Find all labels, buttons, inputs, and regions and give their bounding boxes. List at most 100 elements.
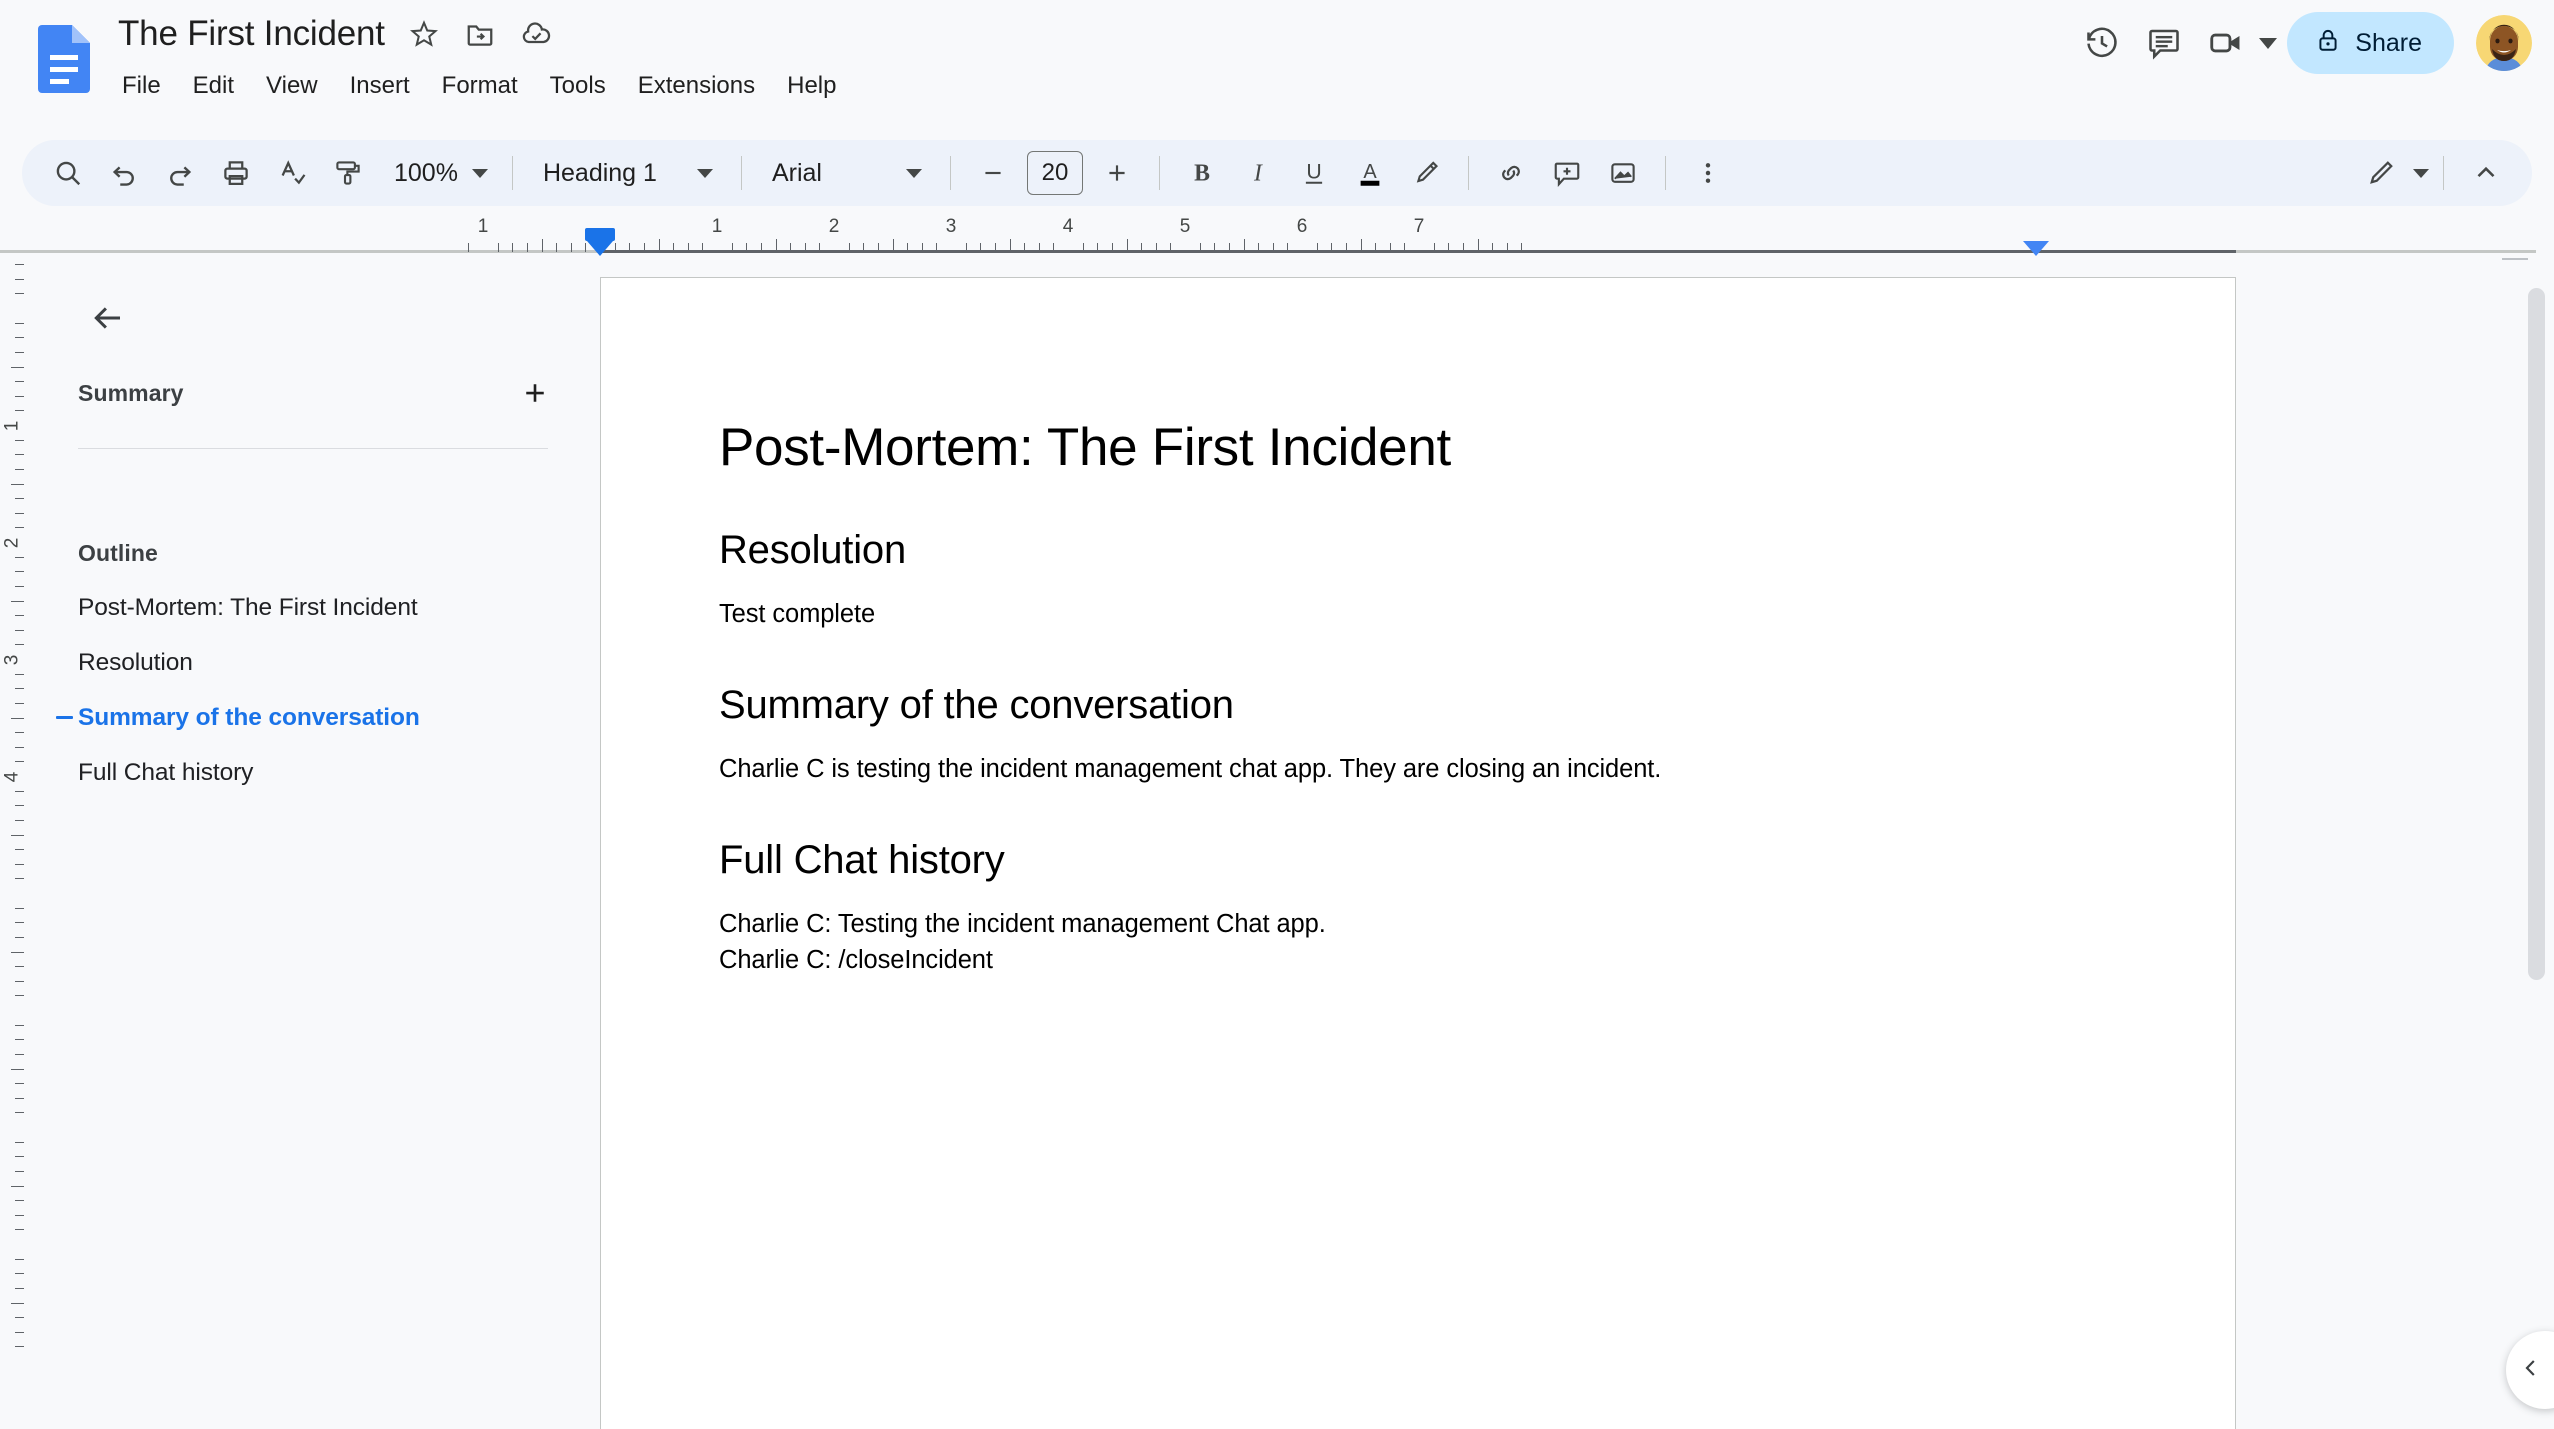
ruler-tick [15,585,24,587]
document-scroll-area[interactable]: Post-Mortem: The First Incident Resoluti… [600,258,2554,1429]
ruler-tick [15,1024,24,1026]
ruler-tick [848,243,850,252]
document-chat-line-1[interactable]: Charlie C: Testing the incident manageme… [719,907,2123,942]
insert-image-icon[interactable] [1595,145,1651,201]
zoom-level-selector[interactable]: 100% [376,147,498,199]
vertical-scrollbar[interactable] [2528,288,2545,980]
ruler-tick [1199,243,1201,252]
edit-pencil-icon[interactable] [2353,145,2409,201]
add-comment-icon[interactable] [1539,145,1595,201]
document-heading-chat-history[interactable]: Full Chat history [719,837,2123,883]
left-indent-marker[interactable] [585,228,615,241]
document-chat-line-2[interactable]: Charlie C: /closeIncident [719,943,2123,978]
ruler-tick [15,1317,24,1319]
ruler-tick [15,1156,24,1158]
first-line-indent-marker[interactable] [587,241,613,256]
ruler-tick [15,922,24,924]
menu-file[interactable]: File [118,70,177,102]
outline-item-full-chat-history[interactable]: Full Chat history [26,753,600,792]
chevron-down-icon [905,168,922,178]
font-family-selector[interactable]: Arial [756,147,936,199]
ruler-tick [15,790,24,792]
font-size-input[interactable]: 20 [1026,151,1083,195]
meet-video-icon[interactable] [2195,12,2257,74]
divider [78,448,548,449]
ruler-tick [15,1287,24,1289]
italic-icon[interactable]: I [1230,145,1286,201]
text-color-icon[interactable]: A [1342,145,1398,201]
meet-button-group[interactable] [2195,12,2278,74]
paint-format-icon[interactable] [320,145,376,201]
document-heading-summary[interactable]: Summary of the conversation [719,682,2123,728]
underline-icon[interactable]: U [1286,145,1342,201]
outline-item-label: Resolution [78,648,193,676]
ruler-tick [526,243,528,252]
menu-help[interactable]: Help [771,70,852,102]
add-summary-icon[interactable] [512,370,558,416]
menu-edit[interactable]: Edit [177,70,250,102]
bold-icon[interactable]: B [1174,145,1230,201]
page-title[interactable]: The First Incident [118,14,385,54]
ruler-number: 5 [1179,216,1191,237]
highlight-color-icon[interactable] [1398,145,1454,201]
increase-font-size-button[interactable] [1089,145,1145,201]
document-paragraph-summary[interactable]: Charlie C is testing the incident manage… [719,752,2123,787]
divider [2443,156,2444,190]
decrease-font-size-button[interactable] [965,145,1021,201]
ruler-tick [687,243,689,252]
editing-mode-group[interactable] [2353,145,2429,201]
spellcheck-icon[interactable] [264,145,320,201]
more-options-icon[interactable] [1680,145,1736,201]
move-to-folder-icon[interactable] [463,17,497,51]
document-heading-resolution[interactable]: Resolution [719,527,2123,573]
document-heading-1[interactable]: Post-Mortem: The First Incident [719,418,2123,479]
ruler-tick [1404,243,1406,252]
comment-history-icon[interactable] [2133,12,2195,74]
outline-item-post-mortem[interactable]: Post-Mortem: The First Incident [26,588,600,627]
avatar[interactable] [2476,15,2532,71]
formatting-toolbar: 100% Heading 1 Arial 20 B I U A [22,140,2532,206]
cloud-check-icon[interactable] [519,17,553,51]
menu-insert[interactable]: Insert [334,70,426,102]
horizontal-ruler[interactable]: 1 1 2 3 4 5 6 7 [0,212,2554,258]
divider [740,156,742,190]
collapse-toolbar-button[interactable] [2458,145,2514,201]
redo-icon[interactable] [152,145,208,201]
ruler-tick [1272,243,1274,252]
menu-extensions[interactable]: Extensions [622,70,771,102]
chevron-down-icon[interactable] [2413,168,2429,178]
expand-panel-button[interactable] [2506,1331,2554,1409]
ruler-tick [863,243,865,252]
ruler-tick [15,556,24,558]
ruler-tick [15,688,24,690]
menu-format[interactable]: Format [426,70,534,102]
print-icon[interactable] [208,145,264,201]
share-button[interactable]: Share [2287,12,2454,74]
ruler-tick [11,1068,24,1070]
star-icon[interactable] [407,17,441,51]
document-paragraph-resolution[interactable]: Test complete [719,597,2123,632]
ruler-tick [1038,243,1040,252]
undo-icon[interactable] [96,145,152,201]
ruler-tick [15,995,24,997]
right-indent-marker[interactable] [2023,241,2049,256]
ruler-tick [1345,243,1347,252]
search-icon[interactable] [40,145,96,201]
chevron-down-icon[interactable] [2259,37,2278,49]
paragraph-style-selector[interactable]: Heading 1 [527,147,727,199]
ruler-tick [15,1331,24,1333]
vertical-ruler[interactable]: 1 2 3 4 [0,258,26,1429]
insert-link-icon[interactable] [1483,145,1539,201]
document-content[interactable]: Post-Mortem: The First Incident Resoluti… [601,278,2235,978]
outline-item-summary-of-the-conversation[interactable]: Summary of the conversation [26,698,600,737]
version-history-icon[interactable] [2071,12,2133,74]
outline-item-resolution[interactable]: Resolution [26,643,600,682]
ruler-tick [1331,243,1333,252]
document-page[interactable]: Post-Mortem: The First Incident Resoluti… [600,277,2236,1429]
docs-file-icon[interactable] [38,25,90,93]
menu-tools[interactable]: Tools [534,70,622,102]
ruler-tick [731,243,733,252]
menu-view[interactable]: View [250,70,334,102]
back-arrow-icon[interactable] [78,288,138,348]
